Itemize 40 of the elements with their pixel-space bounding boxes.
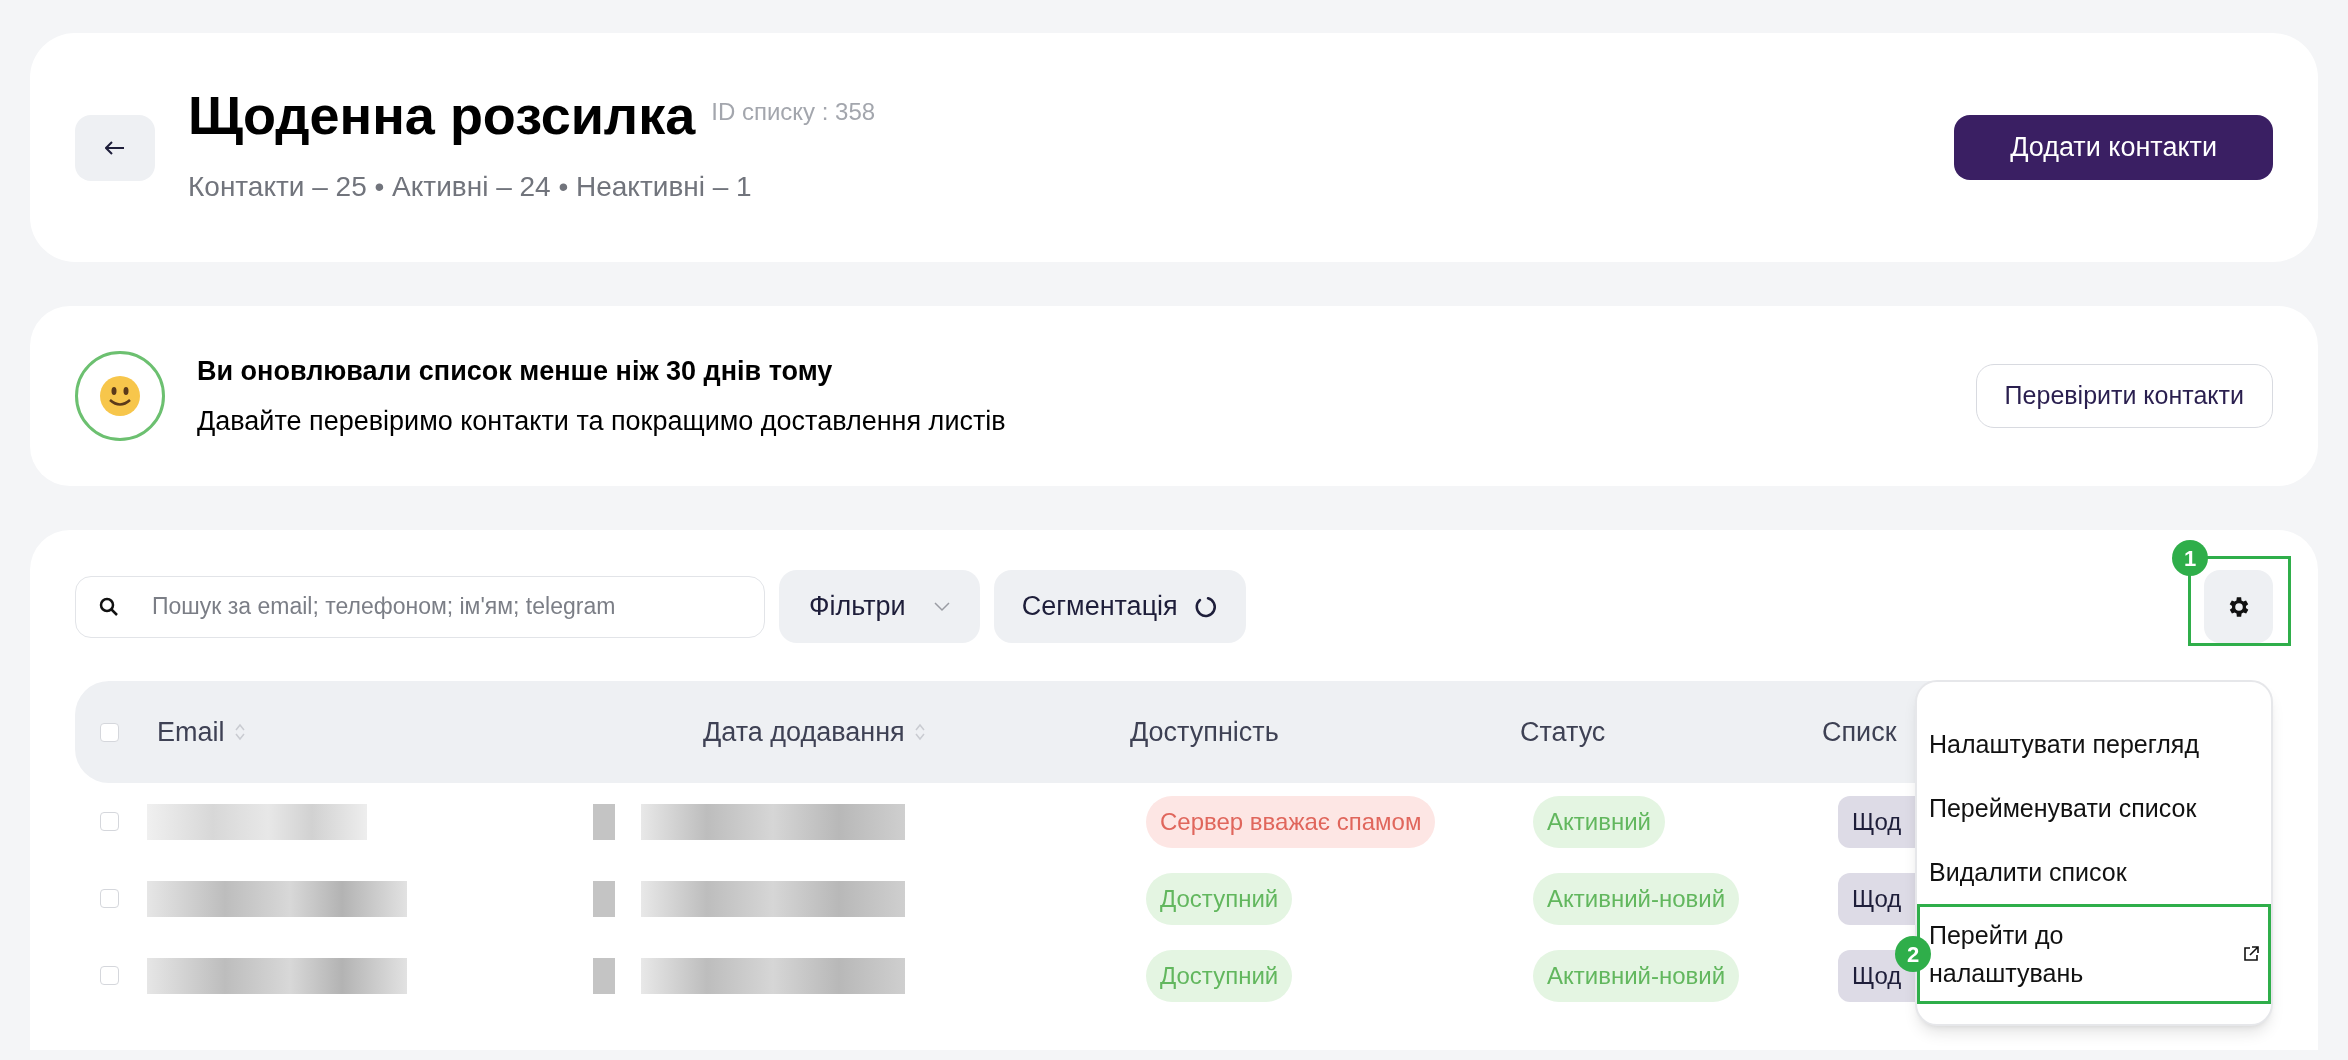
column-header: Доступність [1130, 715, 1279, 749]
search-icon [99, 596, 119, 617]
redacted-text [593, 803, 615, 840]
step-badge: 2 [1895, 936, 1931, 972]
column-header: Дата додавання [703, 715, 905, 749]
notice-title: Ви оновлювали список менше ніж 30 днів тому [197, 354, 834, 388]
notice-text: Давайте перевіримо контакти та покращимо доставлення листів [197, 405, 1007, 438]
list-id: ID списку : 358 [711, 96, 876, 127]
check-contacts-button[interactable]: Перевірити контакти [1975, 364, 2273, 428]
add-contacts-button[interactable]: Додати контакти [1954, 115, 2273, 180]
status-badge: Активний-новий [1533, 872, 1740, 925]
column-header: Статус [1520, 715, 1606, 749]
availability-badge: Доступний [1146, 872, 1293, 925]
redacted-text [593, 880, 615, 917]
sort-icon[interactable] [234, 723, 245, 741]
column-header: Email [157, 715, 225, 749]
sort-icon[interactable] [914, 723, 925, 741]
arrow-left-icon [105, 140, 125, 155]
filters-button[interactable]: Фільтри [779, 570, 980, 643]
menu-item[interactable]: Налаштувати перегляд [1919, 712, 2269, 776]
checkbox[interactable] [100, 889, 119, 908]
status-badge: Активний [1533, 795, 1665, 848]
checkbox[interactable] [100, 812, 119, 831]
contact-stats: Контакти – 25 • Активні – 24 • Неактивні – 1 [188, 169, 753, 204]
column-header: Списк [1822, 715, 1897, 749]
redacted-text [593, 957, 615, 994]
status-badge: Активний-новий [1533, 949, 1740, 1002]
step-badge: 1 [2172, 540, 2208, 576]
availability-badge: Доступний [1146, 949, 1293, 1002]
checkbox[interactable] [100, 722, 119, 742]
menu-item[interactable]: Перейти до налаштувань [1919, 904, 2269, 1004]
back-button[interactable] [75, 114, 155, 181]
smiley-icon [75, 351, 165, 441]
checkbox[interactable] [100, 966, 119, 985]
availability-badge: Сервер вважає спамом [1146, 795, 1436, 848]
spinner-icon [1193, 594, 1218, 619]
settings-button[interactable] [2204, 570, 2273, 643]
chevron-down-icon [933, 601, 950, 612]
segmentation-button[interactable]: Сегментація [993, 570, 1246, 643]
search-field[interactable]: Пошук за email; телефоном; ім'ям; telegram [75, 575, 765, 638]
